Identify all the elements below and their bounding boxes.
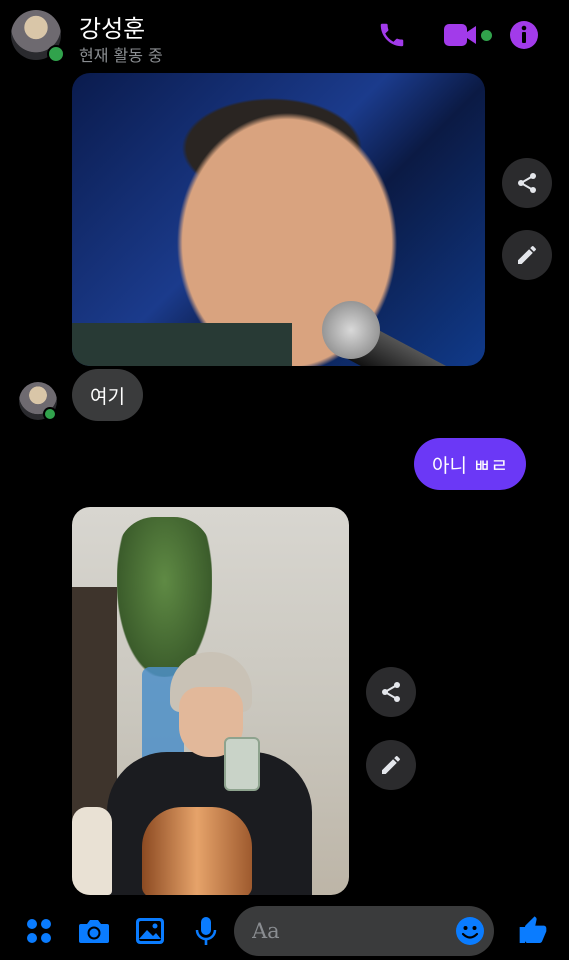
video-camera-icon [443,24,476,46]
camera-button[interactable] [74,911,114,951]
thumbs-up-icon [519,916,547,943]
contact-name[interactable]: 강성훈 [79,9,145,44]
info-button[interactable] [506,17,542,53]
image-detail [72,323,292,366]
share-button-2[interactable] [366,667,416,717]
camera-icon [79,920,109,943]
image-message-1[interactable] [72,73,485,366]
phone-icon [380,23,404,47]
microphone-icon [195,917,217,945]
edit-button-2[interactable] [366,740,416,790]
more-actions-button[interactable] [19,911,59,951]
online-indicator [43,407,57,421]
video-active-dot [480,29,492,41]
edit-icon [382,756,400,774]
gallery-button[interactable] [130,911,170,951]
video-call-button[interactable] [440,17,494,53]
edit-icon [518,246,536,264]
contact-status: 현재 활동 중 [79,46,163,65]
share-button-1[interactable] [502,158,552,208]
share-icon [518,173,536,193]
image-detail [224,737,260,791]
image-detail [142,807,252,895]
gallery-icon [136,918,164,944]
image-detail [322,301,380,359]
info-icon [510,21,538,49]
image-message-2[interactable] [72,507,349,895]
like-button[interactable] [513,911,553,951]
share-icon [382,682,400,702]
online-indicator [47,45,65,63]
message-bubble-incoming[interactable]: 여기 [72,369,143,421]
edit-button-1[interactable] [502,230,552,280]
voice-message-button[interactable] [186,911,226,951]
voice-call-button[interactable] [372,17,412,53]
image-detail [72,807,112,895]
emoji-icon [456,917,484,945]
emoji-button[interactable] [450,911,490,951]
menu-dots-icon [27,919,51,943]
message-bubble-outgoing[interactable]: 아니 ㅃㄹ [414,438,526,490]
